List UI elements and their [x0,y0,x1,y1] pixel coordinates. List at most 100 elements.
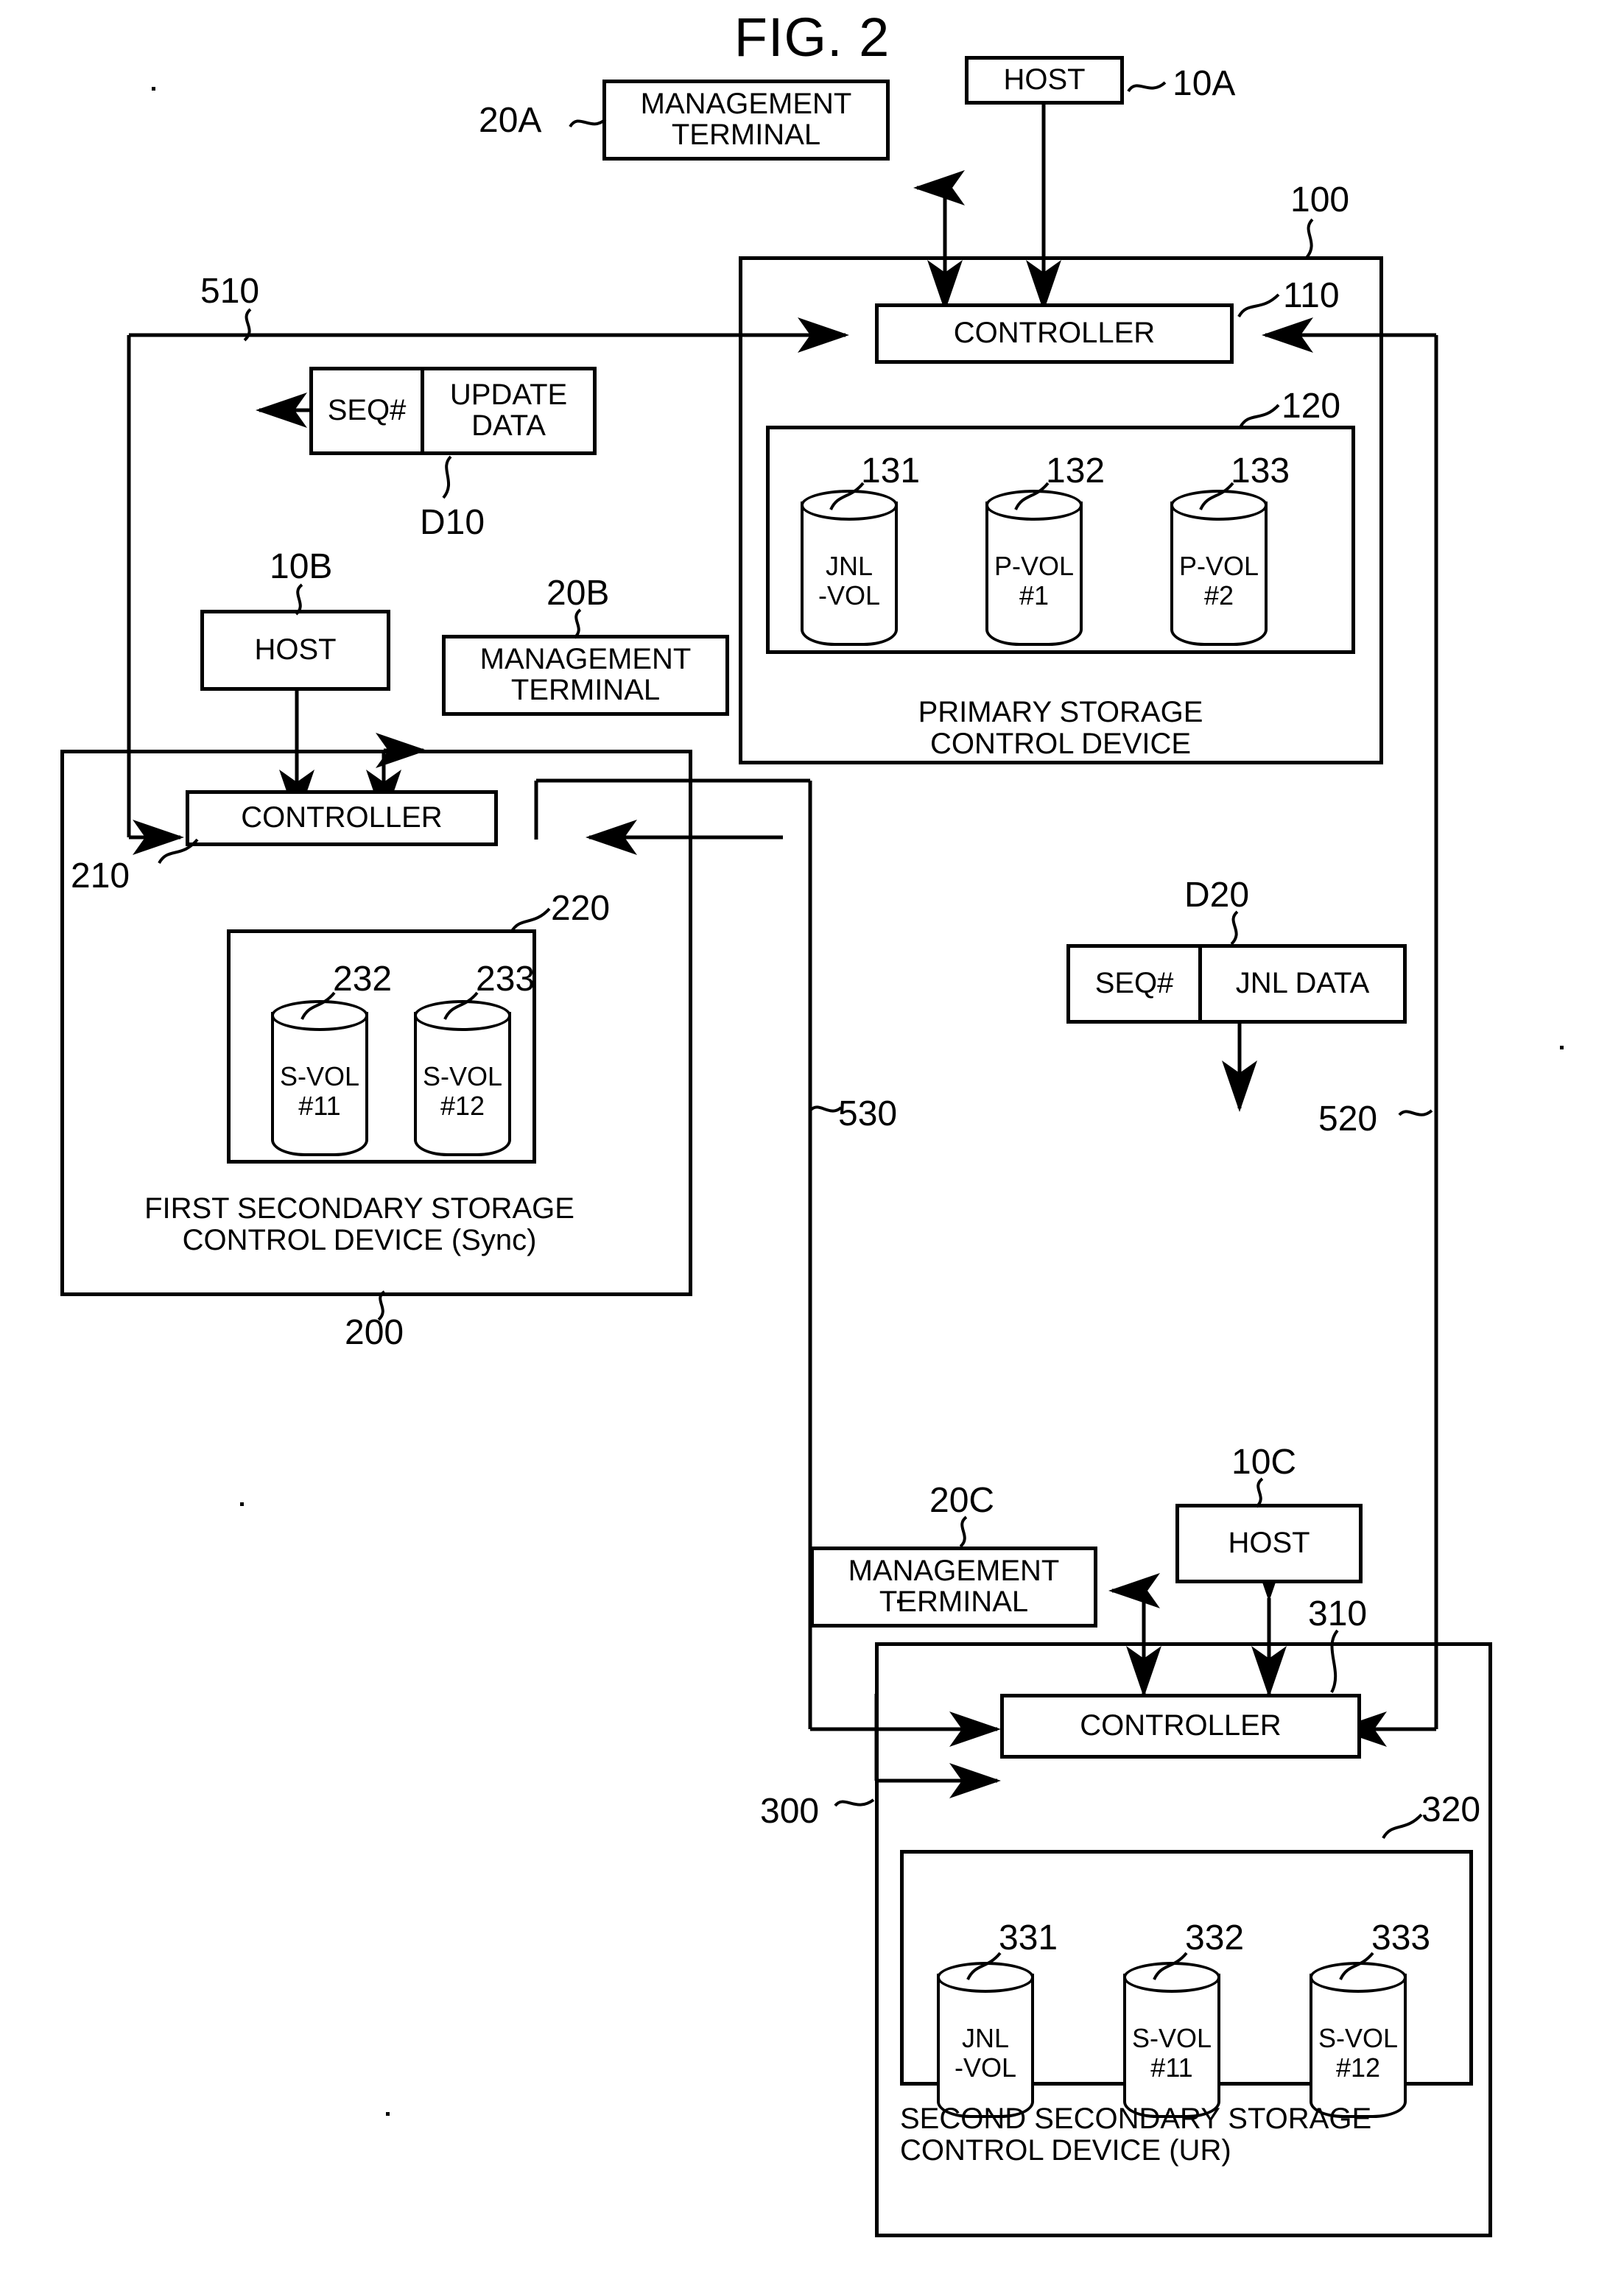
leader-20b [573,608,582,639]
speck [1560,1046,1564,1049]
management-terminal-20a-box[interactable]: MANAGEMENT TERMINAL [602,80,890,161]
leader-120 [1239,404,1280,429]
volume-133[interactable]: P-VOL #2 [1170,490,1268,646]
management-terminal-20c-box[interactable]: MANAGEMENT TERMINAL [810,1547,1097,1628]
ref-133: 133 [1231,451,1290,490]
ref-132: 132 [1046,451,1105,490]
ref-20c: 20C [929,1481,995,1520]
leader-520 [1398,1109,1433,1116]
leader-132 [1014,482,1050,510]
first-secondary-device-caption: FIRST SECONDARY STORAGE CONTROL DEVICE (… [144,1192,574,1257]
speck [897,1600,901,1603]
ref-220: 220 [551,889,611,928]
leader-333 [1339,1952,1374,1980]
leader-220 [510,907,551,934]
d20-seq-cell: SEQ# [1094,967,1174,1000]
volume-132-label: P-VOL #1 [994,551,1075,611]
leader-300 [834,1798,875,1807]
leader-131 [829,482,865,510]
controller-210-box[interactable]: CONTROLLER [186,790,498,846]
data-packet-d20: SEQ# JNL DATA [1066,944,1407,1024]
ref-320: 320 [1421,1790,1481,1829]
ref-20a: 20A [479,101,542,140]
management-terminal-20c-label: MANAGEMENT TERMINAL [848,1555,1060,1618]
controller-310-label: CONTROLLER [1080,1709,1282,1742]
management-terminal-20b-label: MANAGEMENT TERMINAL [479,643,692,706]
volume-331-label: JNL -VOL [954,2023,1017,2083]
controller-310-box[interactable]: CONTROLLER [1000,1694,1361,1759]
volume-132[interactable]: P-VOL #1 [985,490,1083,646]
ref-d10: D10 [420,503,485,542]
leader-d10 [442,455,452,499]
leader-100 [1305,218,1314,259]
host-10c-label: HOST [1228,1527,1310,1560]
volume-233[interactable]: S-VOL #12 [414,1000,511,1156]
leader-210 [158,838,199,865]
management-terminal-20b-box[interactable]: MANAGEMENT TERMINAL [442,635,729,716]
leader-320 [1382,1813,1423,1840]
volume-332[interactable]: S-VOL #11 [1123,1962,1220,2118]
volume-331[interactable]: JNL -VOL [937,1962,1034,2118]
management-terminal-20a-label: MANAGEMENT TERMINAL [640,88,852,151]
speck [386,2112,390,2116]
ref-20b: 20B [546,574,610,613]
ref-131: 131 [861,451,921,490]
second-secondary-device-caption: SECOND SECONDARY STORAGE CONTROL DEVICE … [900,2103,1372,2167]
figure-canvas: FIG. 2 HOST 10A MANAGEMENT TERMINAL 20A … [0,0,1624,2280]
ref-110: 110 [1283,276,1340,315]
speck [240,1502,244,1506]
leader-530 [809,1105,843,1113]
leader-10a [1127,81,1167,93]
d10-seq-cell: SEQ# [327,394,407,427]
controller-210-label: CONTROLLER [241,801,443,834]
volume-131[interactable]: JNL -VOL [801,490,898,646]
volume-131-label: JNL -VOL [818,551,881,611]
leader-d20 [1230,910,1239,946]
controller-110-label: CONTROLLER [953,317,1156,350]
volume-332-label: S-VOL #11 [1131,2023,1212,2083]
leader-233 [443,991,479,1020]
host-10a-box[interactable]: HOST [965,56,1124,105]
volume-133-label: P-VOL #2 [1178,551,1259,611]
ref-331: 331 [999,1918,1058,1957]
ref-332: 332 [1185,1918,1245,1957]
ref-100: 100 [1290,180,1350,219]
ref-d20: D20 [1184,876,1250,915]
host-10b-box[interactable]: HOST [200,610,390,691]
ref-310: 310 [1308,1594,1368,1633]
primary-device-caption: PRIMARY STORAGE CONTROL DEVICE [918,696,1203,761]
leader-332 [1153,1952,1188,1980]
ref-233: 233 [476,960,535,999]
host-10b-label: HOST [254,633,337,666]
volume-233-label: S-VOL #12 [422,1061,503,1121]
host-10a-label: HOST [1003,63,1086,96]
ref-510: 510 [200,272,260,311]
leader-10b [295,583,303,616]
volume-232[interactable]: S-VOL #11 [271,1000,368,1156]
leader-110 [1237,293,1280,318]
ref-10c: 10C [1231,1443,1297,1482]
leader-331 [966,1952,1002,1980]
ref-520: 520 [1318,1099,1378,1139]
ref-10b: 10B [270,547,333,586]
volume-333-label: S-VOL #12 [1318,2023,1399,2083]
volume-333[interactable]: S-VOL #12 [1310,1962,1407,2118]
data-packet-d10: SEQ# UPDATE DATA [309,367,597,455]
d10-payload-cell: UPDATE DATA [421,370,593,451]
leader-200 [377,1290,386,1321]
leader-10c [1255,1477,1264,1508]
figure-title: FIG. 2 [734,7,890,68]
ref-10a: 10A [1173,64,1236,103]
ref-530: 530 [838,1094,898,1133]
volume-232-label: S-VOL #11 [279,1061,360,1121]
speck [152,87,155,91]
leader-133 [1199,482,1234,510]
leader-232 [300,991,336,1020]
leader-20c [959,1516,968,1548]
leader-310 [1330,1629,1339,1693]
host-10c-box[interactable]: HOST [1175,1504,1363,1583]
ref-333: 333 [1371,1918,1431,1957]
controller-110-box[interactable]: CONTROLLER [875,303,1234,364]
ref-210: 210 [71,856,130,896]
ref-232: 232 [333,960,393,999]
